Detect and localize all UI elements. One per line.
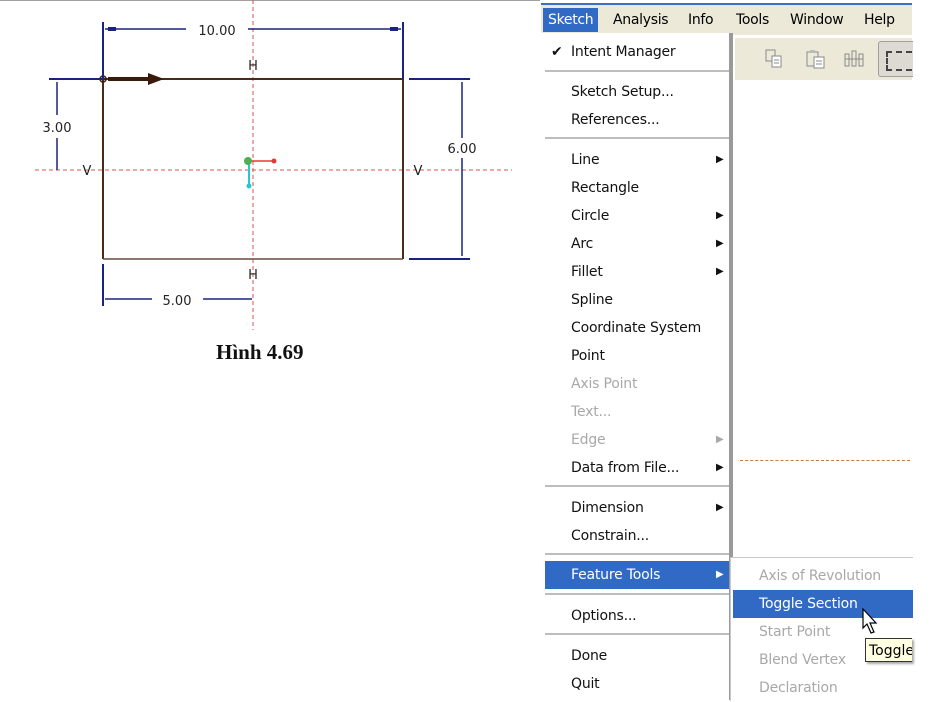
- menu-item-line[interactable]: Line ▶: [541, 146, 729, 174]
- feature-tools-submenu: Axis of Revolution Toggle Section Start …: [730, 557, 913, 701]
- submenu-item-declaration: Declaration: [759, 680, 838, 696]
- toolbar: [735, 38, 913, 80]
- menu-help[interactable]: Help: [859, 8, 900, 32]
- dimension-top-width-label: 10.00: [198, 24, 235, 39]
- constraint-h-bottom: H: [248, 268, 258, 283]
- menu-separator: [545, 485, 729, 487]
- menu-item-constrain[interactable]: Constrain...: [541, 522, 729, 550]
- menu-item-rectangle[interactable]: Rectangle: [541, 174, 729, 202]
- menu-item-axis-point: Axis Point: [571, 376, 638, 392]
- menu-info[interactable]: Info: [683, 8, 718, 32]
- menu-item-data-from-file[interactable]: Data from File... ▶: [541, 454, 729, 482]
- menu-item-arc[interactable]: Arc ▶: [541, 230, 729, 258]
- submenu-arrow-icon: ▶: [716, 210, 724, 221]
- menu-item-references[interactable]: References...: [541, 106, 729, 134]
- tooltip: Toggle Section: [865, 638, 912, 662]
- menu-item-fillet[interactable]: Fillet ▶: [541, 258, 729, 286]
- menu-sketch[interactable]: Sketch: [543, 8, 599, 32]
- submenu-arrow-icon: ▶: [716, 434, 724, 445]
- menu-item-options[interactable]: Options...: [541, 602, 729, 630]
- menu-item-text: Text...: [571, 404, 612, 420]
- menu-item-feature-tools[interactable]: Feature Tools ▶: [545, 561, 729, 589]
- paste-special-icon[interactable]: [843, 48, 865, 70]
- menu-analysis[interactable]: Analysis: [608, 8, 673, 32]
- figure-caption: Hình 4.69: [216, 340, 304, 364]
- menu-tools[interactable]: Tools: [731, 8, 774, 32]
- menu-separator: [545, 553, 729, 555]
- sketch-figure: 10.00 3.00 6.00 5.00 H H V V: [35, 0, 512, 330]
- menu-item-done[interactable]: Done: [541, 642, 729, 670]
- menu-separator: [545, 593, 729, 595]
- menu-bar: Sketch Analysis Info Tools Window Help: [541, 3, 912, 35]
- menu-item-point[interactable]: Point: [541, 342, 729, 370]
- dimension-left-offset-label: 3.00: [43, 121, 72, 136]
- menu-item-circle[interactable]: Circle ▶: [541, 202, 729, 230]
- submenu-arrow-icon: ▶: [716, 238, 724, 249]
- menu-separator: [545, 137, 729, 139]
- submenu-arrow-icon: ▶: [716, 154, 724, 165]
- select-box-icon[interactable]: [878, 41, 913, 77]
- submenu-item-axis-of-revolution: Axis of Revolution: [759, 568, 881, 584]
- coordinate-system-icon: [244, 157, 277, 189]
- menu-window[interactable]: Window: [785, 8, 848, 32]
- paste-icon[interactable]: [805, 48, 827, 70]
- constraint-v-left: V: [83, 164, 92, 179]
- sketch-menu: ✔ Intent Manager Sketch Setup... Referen…: [541, 33, 733, 700]
- check-icon: ✔: [551, 44, 563, 60]
- menu-separator: [545, 633, 729, 635]
- menu-item-intent-manager[interactable]: ✔ Intent Manager: [541, 38, 729, 66]
- constraint-h-top: H: [248, 59, 258, 74]
- constraint-v-right: V: [414, 164, 423, 179]
- menu-item-edge: Edge ▶: [541, 426, 729, 454]
- menu-separator: [545, 70, 729, 72]
- submenu-arrow-icon: ▶: [716, 462, 724, 473]
- submenu-arrow-icon: ▶: [716, 569, 724, 580]
- dimension-right-height-label: 6.00: [448, 142, 477, 157]
- mouse-cursor-icon: [862, 608, 878, 634]
- submenu-arrow-icon: ▶: [716, 502, 724, 513]
- menu-item-dimension[interactable]: Dimension ▶: [541, 494, 729, 522]
- submenu-item-toggle-section[interactable]: Toggle Section: [733, 590, 913, 618]
- menu-item-quit[interactable]: Quit: [541, 670, 729, 698]
- copy-icon[interactable]: [763, 48, 785, 70]
- canvas-reference-line: [740, 460, 910, 461]
- menu-item-coordinate-system[interactable]: Coordinate System: [541, 314, 729, 342]
- start-point-arrow-icon: [99, 73, 164, 85]
- dimension-bottom-offset-label: 5.00: [163, 294, 192, 309]
- menu-item-sketch-setup[interactable]: Sketch Setup...: [541, 78, 729, 106]
- submenu-arrow-icon: ▶: [716, 266, 724, 277]
- menu-item-spline[interactable]: Spline: [541, 286, 729, 314]
